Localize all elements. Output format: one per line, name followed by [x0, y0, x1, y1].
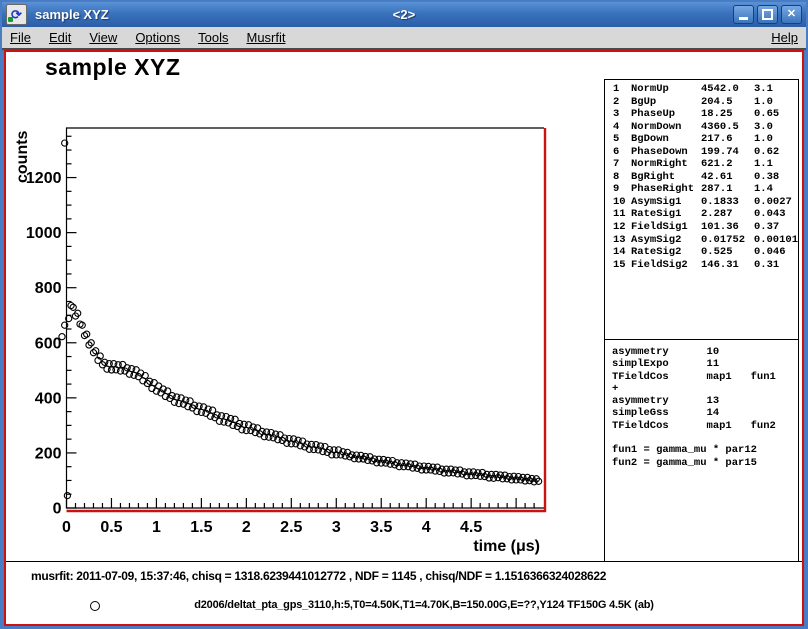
svg-text:0: 0 [53, 501, 62, 518]
parameter-row: 5BgDown217.61.0 [605, 133, 798, 146]
svg-text:800: 800 [35, 280, 62, 297]
window-controls: ✕ [733, 5, 802, 24]
svg-text:600: 600 [35, 335, 62, 352]
menu-tools[interactable]: Tools [189, 30, 237, 45]
maximize-icon [762, 9, 773, 20]
theory-block: asymmetry 10 simplExpo 11 TFieldCos map1… [612, 346, 776, 469]
menu-bar: File Edit View Options Tools Musrfit Hel… [2, 27, 806, 50]
menu-file[interactable]: File [2, 30, 40, 45]
fit-status-text: musrfit: 2011-07-09, 15:37:46, chisq = 1… [31, 569, 606, 583]
tick-labels: 0 200 400 600 800 1000 1200 0 0.5 1 1.5 2 2.5 3 3.5 4 4.… [14, 130, 540, 555]
svg-text:2.5: 2.5 [280, 519, 302, 536]
minimize-icon [739, 17, 748, 20]
menu-edit[interactable]: Edit [40, 30, 80, 45]
minimize-button[interactable] [733, 5, 754, 24]
x-axis-title: time (μs) [473, 538, 540, 555]
parameter-row: 14RateSig20.5250.046 [605, 246, 798, 259]
fit-info-panel: 1NormUp4542.03.12BgUp204.51.03PhaseUp18.… [604, 79, 799, 562]
y-axis-title: counts [14, 130, 31, 183]
panel-divider [605, 339, 798, 340]
axes [67, 128, 545, 508]
svg-text:1200: 1200 [26, 170, 62, 187]
svg-text:0: 0 [62, 519, 71, 536]
parameter-row: 9PhaseRight287.11.4 [605, 183, 798, 196]
svg-text:200: 200 [35, 445, 62, 462]
parameter-row: 7NormRight621.21.1 [605, 158, 798, 171]
svg-text:1: 1 [152, 519, 161, 536]
parameter-row: 12FieldSig1101.360.37 [605, 221, 798, 234]
legend-row: d2006/deltat_pta_gps_3110,h:5,T0=4.50K,T… [6, 598, 802, 616]
parameter-row: 1NormUp4542.03.1 [605, 83, 798, 96]
menu-musrfit[interactable]: Musrfit [237, 30, 294, 45]
maximize-button[interactable] [757, 5, 778, 24]
svg-text:0.5: 0.5 [100, 519, 122, 536]
svg-text:1.5: 1.5 [190, 519, 212, 536]
data-points [59, 140, 542, 499]
legend-run-label: d2006/deltat_pta_gps_3110,h:5,T0=4.50K,T… [66, 599, 782, 611]
info-divider [6, 561, 802, 562]
parameter-row: 13AsymSig20.017520.00101 [605, 234, 798, 247]
parameter-row: 11RateSig12.2870.043 [605, 208, 798, 221]
histogram-plot: 0 200 400 600 800 1000 1200 0 0.5 1 1.5 2 2.5 3 3.5 4 4.… [10, 60, 600, 565]
menu-options[interactable]: Options [126, 30, 189, 45]
svg-text:1000: 1000 [26, 225, 62, 242]
svg-text:3.5: 3.5 [370, 519, 392, 536]
svg-text:4: 4 [422, 519, 431, 536]
menu-view[interactable]: View [80, 30, 126, 45]
parameter-row: 4NormDown4360.53.0 [605, 121, 798, 134]
parameter-row: 3PhaseUp18.250.65 [605, 108, 798, 121]
parameter-row: 10AsymSig10.18330.0027 [605, 196, 798, 209]
window-subtitle: <2> [2, 7, 806, 22]
close-icon: ✕ [787, 9, 796, 20]
svg-text:400: 400 [35, 390, 62, 407]
parameter-list: 1NormUp4542.03.12BgUp204.51.03PhaseUp18.… [605, 83, 798, 271]
menu-help[interactable]: Help [771, 30, 806, 45]
root-app-icon: ⟳ [6, 4, 27, 25]
svg-text:3: 3 [332, 519, 341, 536]
svg-text:4.5: 4.5 [460, 519, 482, 536]
parameter-row: 15FieldSig2146.310.31 [605, 259, 798, 272]
parameter-row: 6PhaseDown199.740.62 [605, 146, 798, 159]
application-window: ⟳ sample XYZ <2> ✕ File Edit View Option… [0, 0, 808, 629]
svg-text:2: 2 [242, 519, 251, 536]
root-canvas[interactable]: sample XYZ 02004006008001000120000.511.5… [4, 50, 804, 626]
frame-red-border [67, 128, 546, 511]
title-bar[interactable]: ⟳ sample XYZ <2> ✕ [2, 2, 806, 27]
close-button[interactable]: ✕ [781, 5, 802, 24]
window-title: sample XYZ [35, 7, 109, 22]
parameter-row: 8BgRight42.610.38 [605, 171, 798, 184]
parameter-row: 2BgUp204.51.0 [605, 96, 798, 109]
